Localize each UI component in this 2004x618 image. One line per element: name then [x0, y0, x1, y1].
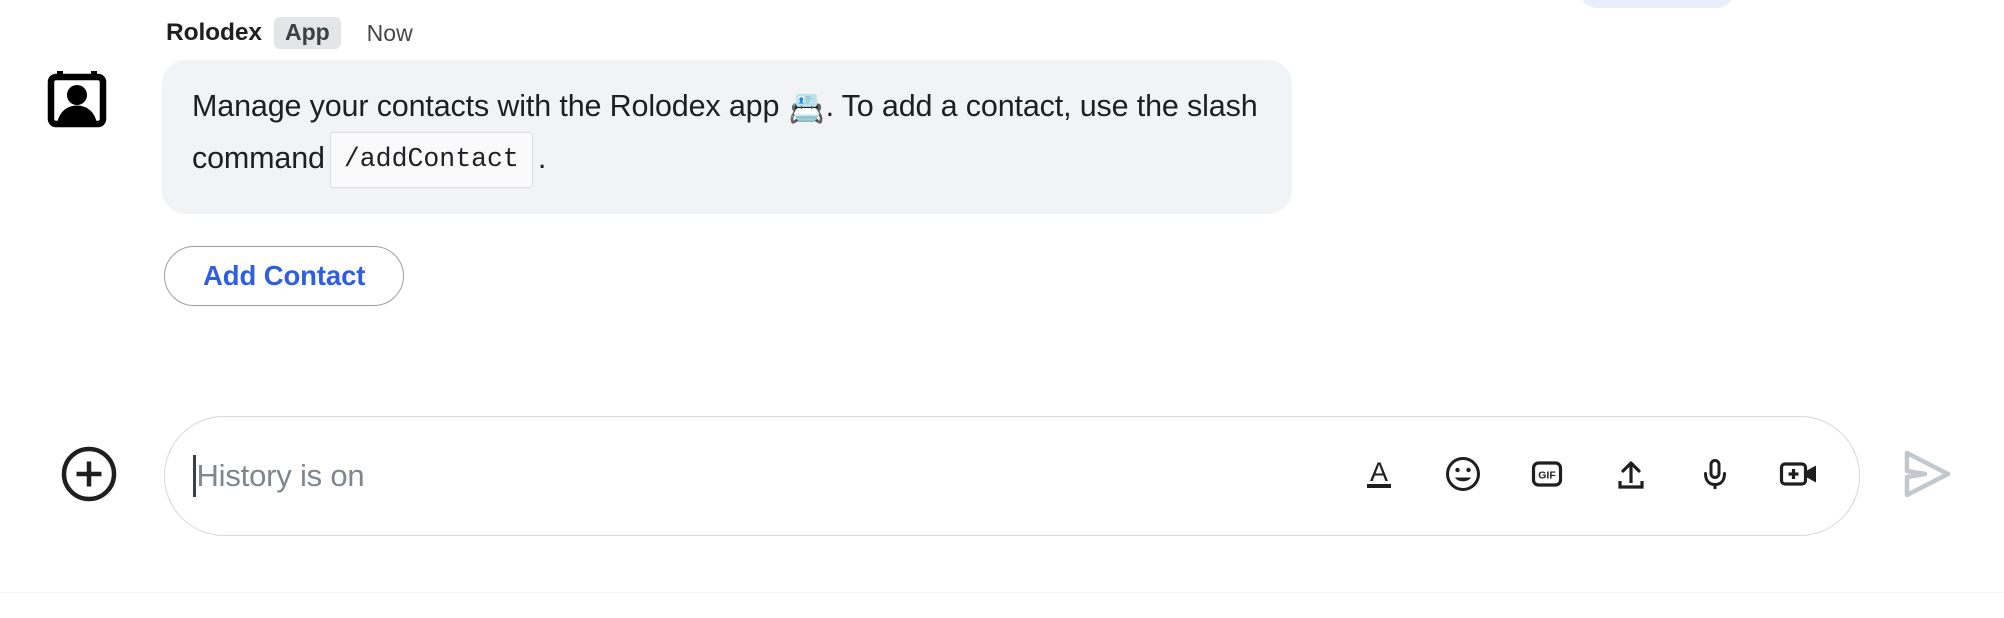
chat-screen: Rolodex App Now Manage your contacts wit… [0, 0, 2004, 618]
message-input[interactable]: History is on [197, 458, 1358, 494]
slash-command-code: /addContact [329, 132, 533, 188]
message-text-part-2: . To add a contact, use the slash [825, 89, 1258, 123]
message-text-part-4: . [537, 141, 547, 175]
upload-file-button[interactable] [1609, 454, 1653, 498]
message-timestamp: Now [366, 19, 413, 46]
microphone-button[interactable] [1693, 454, 1737, 498]
emoji-button[interactable] [1441, 454, 1485, 498]
gif-icon: GIF [1527, 454, 1567, 499]
message-bubble: Manage your contacts with the Rolodex ap… [162, 60, 1292, 214]
avatar [40, 60, 114, 134]
message-actions: Add Contact [162, 246, 1964, 306]
app-badge: App [273, 16, 341, 50]
format-text-icon: A [1359, 454, 1399, 499]
message-body: Rolodex App Now Manage your contacts wit… [162, 16, 1964, 306]
send-button[interactable] [1886, 437, 1964, 515]
message-header: Rolodex App Now [162, 16, 1964, 50]
top-partial-chip [1580, 0, 1734, 8]
message-text-line-2: command/addContact. [192, 132, 1258, 188]
message-input-shell[interactable]: History is on A GIF [164, 416, 1860, 536]
add-attachment-button[interactable] [58, 445, 120, 507]
plus-circle-icon [58, 443, 120, 510]
video-add-icon [1777, 454, 1821, 499]
upload-file-icon [1611, 454, 1651, 499]
svg-text:A: A [1370, 457, 1388, 487]
format-text-button[interactable]: A [1357, 454, 1401, 498]
message-composer: History is on A GIF [0, 408, 2004, 544]
message-text-part-1: Manage your contacts with the Rolodex ap… [192, 89, 788, 123]
card-index-emoji: 📇 [788, 93, 825, 125]
send-icon [1892, 441, 1958, 512]
gif-button[interactable]: GIF [1525, 454, 1569, 498]
chat-message: Rolodex App Now Manage your contacts wit… [40, 16, 1964, 306]
emoji-icon [1443, 454, 1483, 499]
message-text-line-1: Manage your contacts with the Rolodex ap… [192, 83, 1258, 132]
video-add-button[interactable] [1777, 454, 1821, 498]
composer-tools: A GIF [1357, 454, 1825, 498]
rolodex-card-contact-icon [40, 58, 114, 137]
bottom-divider [0, 592, 2004, 593]
microphone-icon [1695, 454, 1735, 499]
sender-name: Rolodex [166, 19, 262, 46]
text-caret [193, 455, 196, 497]
svg-text:GIF: GIF [1538, 469, 1556, 481]
add-contact-button[interactable]: Add Contact [164, 246, 405, 306]
message-text-part-3: command [192, 141, 325, 175]
